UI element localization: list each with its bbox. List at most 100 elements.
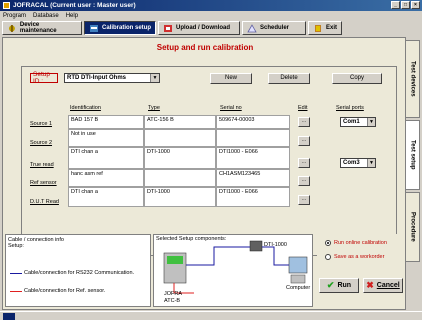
cell-serial xyxy=(216,129,290,147)
lower-section: Cable / connection info Setup: Cable/con… xyxy=(3,234,407,311)
chevron-down-icon[interactable]: ▼ xyxy=(150,74,159,82)
cancel-label: Cancel xyxy=(376,282,400,289)
cancel-x-icon: ✖ xyxy=(366,280,374,290)
chevron-down-icon[interactable]: ▼ xyxy=(367,159,375,167)
ref-legend-line xyxy=(10,291,22,292)
title-bar: JOFRACAL (Current user : Master user) _ … xyxy=(0,0,422,11)
scheduler-button[interactable]: Scheduler xyxy=(242,21,306,35)
cell-identification: BAD 157 B xyxy=(68,115,144,129)
cell-serial: CH1ASM123465 xyxy=(216,169,290,187)
copy-button[interactable]: Copy xyxy=(332,73,382,84)
upload-download-icon xyxy=(164,24,172,32)
cancel-button[interactable]: ✖ Cancel xyxy=(363,278,403,293)
header-serial-ports: Serial ports xyxy=(336,105,364,111)
cable-info-subtitle: Setup: xyxy=(8,243,24,249)
exit-button[interactable]: Exit xyxy=(308,21,342,35)
cable-info-panel: Cable / connection info Setup: Cable/con… xyxy=(5,234,151,307)
header-identification: Identification xyxy=(70,105,101,111)
device-maintenance-button[interactable]: Device maintenance xyxy=(2,21,82,35)
header-type: Type xyxy=(148,105,160,111)
cell-type xyxy=(144,169,216,187)
row-label-ref-sensor: Ref sensor xyxy=(30,180,57,186)
run-online-label: Run online calibration xyxy=(334,240,387,246)
computer-base-icon xyxy=(290,274,306,284)
cell-identification: DTI chan a xyxy=(68,187,144,207)
dti-device-icon xyxy=(249,240,263,252)
jofra-model-label: ATC-B xyxy=(164,298,181,304)
wrench-icon xyxy=(8,24,15,32)
serial-port-value: Com1 xyxy=(343,119,360,125)
side-tabs: Test devices Test setup Procedure xyxy=(406,40,420,280)
serial-port-select-source-1[interactable]: Com1 ▼ xyxy=(340,117,376,127)
status-bar xyxy=(0,311,422,320)
rs232-legend-label: Cable/connection for RS232 Communication… xyxy=(24,270,135,276)
calibration-setup-label: Calibration setup xyxy=(102,25,152,31)
close-button[interactable]: × xyxy=(411,1,420,9)
chevron-down-icon[interactable]: ▼ xyxy=(367,118,375,126)
ref-legend-label: Cable/connection for Ref. sensor. xyxy=(24,288,106,294)
run-button[interactable]: ✔ Run xyxy=(319,278,359,293)
cell-identification: DTI chan a xyxy=(68,147,144,169)
menu-program[interactable]: Program xyxy=(3,13,26,19)
menu-database[interactable]: Database xyxy=(33,13,59,19)
menu-help[interactable]: Help xyxy=(66,13,78,19)
cell-serial: DTI1000 - E066 xyxy=(216,187,290,207)
edit-button-ref-sensor[interactable]: ... xyxy=(298,176,310,186)
rs232-cable-line xyxy=(262,246,289,266)
jofra-label: JOFRA xyxy=(164,291,183,297)
upload-download-button[interactable]: Upload / Download xyxy=(158,21,240,35)
cell-identification: Not in use xyxy=(68,129,144,147)
upload-download-label: Upload / Download xyxy=(176,25,230,31)
row-label-true-read: True read xyxy=(30,162,54,168)
page-title: Setup and run calibration xyxy=(156,43,254,52)
window-title: JOFRACAL (Current user : Master user) xyxy=(13,2,136,9)
rs232-legend-line xyxy=(10,273,22,274)
radio-unselected-icon[interactable] xyxy=(325,254,331,260)
save-workorder-label: Save as a workorder xyxy=(334,254,385,260)
cell-identification: hanc asm ref xyxy=(68,169,144,187)
cell-type: ATC-156 B xyxy=(144,115,216,129)
header-edit: Edit xyxy=(298,105,308,111)
tab-procedure-label: Procedure xyxy=(409,212,416,242)
scheduler-label: Scheduler xyxy=(260,25,290,31)
edit-button-source-2[interactable]: ... xyxy=(298,136,310,146)
tab-test-setup-label: Test setup xyxy=(409,140,416,170)
calibration-setup-button[interactable]: Calibration setup xyxy=(84,21,156,35)
edit-button-source-1[interactable]: ... xyxy=(298,117,310,127)
minimize-button[interactable]: _ xyxy=(391,1,400,9)
header-serial: Serial no xyxy=(220,105,242,111)
cell-type: DTI-1000 xyxy=(144,187,216,207)
run-online-radio[interactable]: Run online calibration xyxy=(325,240,387,246)
dti-label: DTI-1000 xyxy=(264,242,287,248)
delete-button[interactable]: Delete xyxy=(268,73,310,84)
app-icon xyxy=(3,2,10,9)
save-workorder-radio[interactable]: Save as a workorder xyxy=(325,254,384,260)
main-toolbar: Device maintenance Calibration setup Upl… xyxy=(2,21,420,36)
menu-bar: Program Database Help xyxy=(0,11,422,20)
setup-id-select[interactable]: RTD DTI-Input Ohms ▼ xyxy=(64,73,160,83)
serial-port-value: Com3 xyxy=(343,160,360,166)
run-options-panel: Run online calibration Save as a workord… xyxy=(317,234,405,307)
window-controls: _ □ × xyxy=(391,1,420,9)
new-button[interactable]: New xyxy=(210,73,252,84)
radio-selected-icon[interactable] xyxy=(325,240,331,246)
serial-port-select-true-read[interactable]: Com3 ▼ xyxy=(340,158,376,168)
cell-serial: 509674-00003 xyxy=(216,115,290,129)
setup-components-panel: Selected Setup components: DTI-1000 Comp… xyxy=(153,234,313,307)
setup-panel: Setup ID : RTD DTI-Input Ohms ▼ New Dele… xyxy=(21,66,397,256)
tab-test-devices-label: Test devices xyxy=(409,61,416,97)
edit-button-dut-read[interactable]: ... xyxy=(298,195,310,205)
cell-serial: DTI1000 - E066 xyxy=(216,147,290,169)
tab-procedure[interactable]: Procedure xyxy=(406,192,420,262)
tab-test-setup[interactable]: Test setup xyxy=(406,120,420,190)
device-maintenance-label: Device maintenance xyxy=(19,22,57,34)
edit-button-true-read[interactable]: ... xyxy=(298,158,310,168)
setup-id-value: RTD DTI-Input Ohms xyxy=(67,75,126,81)
rs232-cable-line xyxy=(186,246,250,266)
checkmark-icon: ✔ xyxy=(326,280,335,290)
computer-label: Computer xyxy=(286,285,311,291)
maximize-button[interactable]: □ xyxy=(401,1,410,9)
cell-type: DTI-1000 xyxy=(144,147,216,169)
jofra-display xyxy=(167,256,183,264)
tab-test-devices[interactable]: Test devices xyxy=(406,40,420,118)
